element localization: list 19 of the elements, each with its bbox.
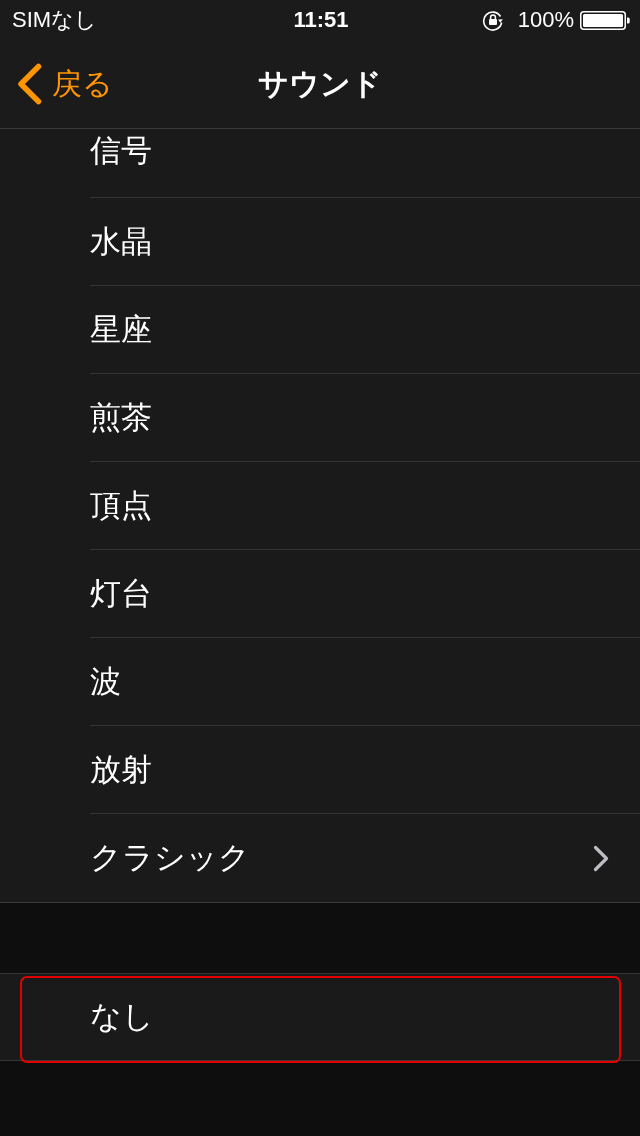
sound-option[interactable]: 頂点 (90, 462, 640, 550)
sound-option[interactable]: 星座 (90, 286, 640, 374)
sound-option[interactable]: 水晶 (90, 198, 640, 286)
chevron-right-icon (593, 844, 609, 872)
back-button[interactable]: 戻る (0, 63, 117, 105)
none-option[interactable]: なし (0, 974, 640, 1060)
sound-option[interactable]: 波 (90, 638, 640, 726)
sound-option[interactable]: 信号 (90, 129, 640, 198)
sound-option[interactable]: 放射 (90, 726, 640, 814)
chevron-left-icon (16, 63, 42, 105)
sound-option[interactable]: クラシック (90, 814, 640, 902)
battery-percentage: 100% (517, 7, 574, 33)
screen-title: サウンド (258, 65, 382, 102)
battery-icon (580, 10, 630, 30)
rotation-lock-icon (481, 9, 504, 31)
sound-option[interactable]: 煎茶 (90, 374, 640, 462)
sound-option[interactable]: 灯台 (90, 550, 640, 638)
clock-time: 11:51 (293, 7, 349, 33)
carrier-label: SIMなし (12, 6, 98, 34)
